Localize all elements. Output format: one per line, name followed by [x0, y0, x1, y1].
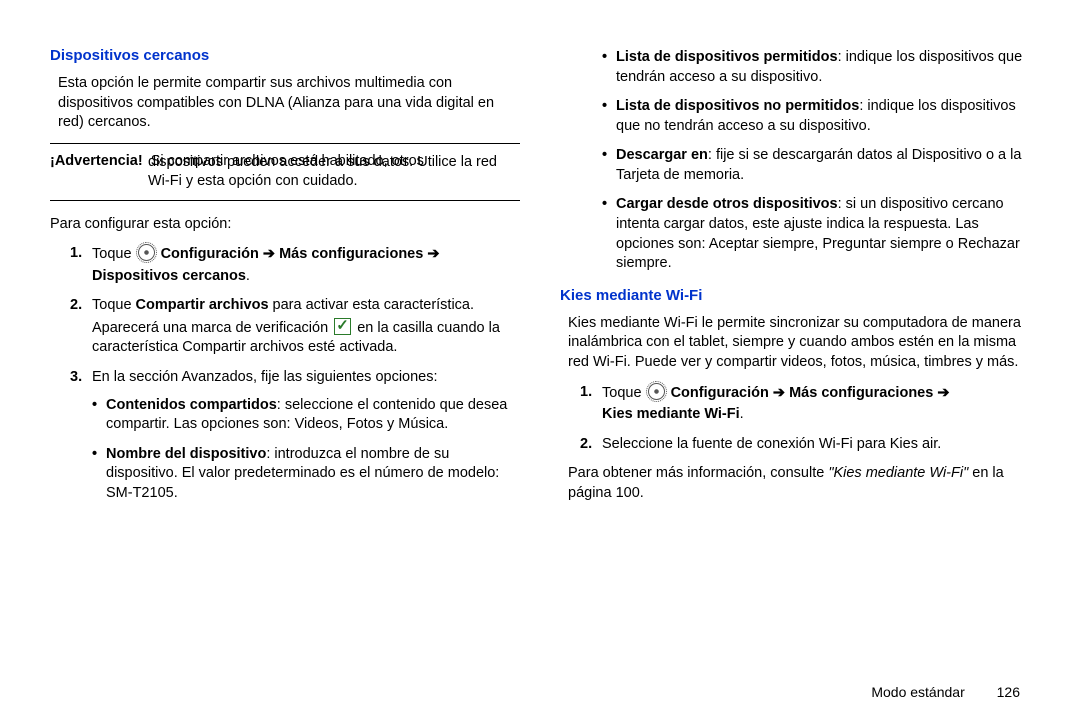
right-column: • Lista de dispositivos permitidos: indi… [560, 40, 1030, 680]
heading-kies: Kies mediante Wi-Fi [560, 286, 1030, 306]
c2-bold: Lista de dispositivos no permitidos [616, 98, 859, 114]
bullet-dot: • [92, 445, 106, 504]
step2-bold: Compartir archivos [136, 297, 269, 313]
step1-pre: Toque [92, 246, 136, 262]
intro-paragraph: Esta opción le permite compartir sus arc… [58, 74, 520, 133]
step2-a: Toque [92, 297, 136, 313]
warning-body: dispositivos pueden acceder a sus datos.… [148, 153, 520, 192]
checkmark-icon [334, 318, 351, 335]
c1-bold: Lista de dispositivos permitidos [616, 49, 838, 65]
page-footer: Modo estándar 126 [871, 684, 1020, 700]
more-a: Para obtener más información, consulte [568, 465, 828, 481]
bullet-dot: • [602, 97, 616, 136]
bullet-descargar: • Descargar en: fije si se descargarán d… [602, 146, 1030, 185]
s1-kies: Kies mediante Wi-Fi [602, 406, 740, 422]
bullet-contenidos: • Contenidos compartidos: seleccione el … [92, 396, 520, 435]
kies-intro: Kies mediante Wi-Fi le permite sincroniz… [568, 314, 1030, 373]
steps-list-right: 1. Toque Configuración ➔ Más configuraci… [580, 383, 1030, 455]
settings-icon [648, 383, 665, 400]
step-body: Toque Configuración ➔ Más configuracione… [602, 383, 1030, 425]
arrow-icon: ➔ [423, 246, 439, 262]
step-body: En la sección Avanzados, fije las siguie… [92, 368, 520, 513]
step-number: 2. [580, 435, 602, 455]
bullet-body: Lista de dispositivos permitidos: indiqu… [616, 48, 1030, 87]
kies-step-2: 2. Seleccione la fuente de conexión Wi-F… [580, 435, 1030, 455]
s1-config: Configuración [671, 385, 769, 401]
bullet-body: Contenidos compartidos: seleccione el co… [106, 396, 520, 435]
bullet-dot: • [602, 48, 616, 87]
more-info: Para obtener más información, consulte "… [568, 464, 1030, 503]
bullet-body: Descargar en: fije si se descargarán dat… [616, 146, 1030, 185]
heading-dispositivos: Dispositivos cercanos [50, 46, 520, 66]
configure-label: Para configurar esta opción: [50, 215, 520, 235]
steps-list-left: 1. Toque Configuración ➔ Más configuraci… [70, 244, 520, 513]
step1-more: Más configuraciones [279, 246, 423, 262]
more-italic: "Kies mediante Wi-Fi" [828, 465, 968, 481]
step-number: 1. [580, 383, 602, 425]
bullet-body: Nombre del dispositivo: introduzca el no… [106, 445, 520, 504]
step3-bullets: • Contenidos compartidos: seleccione el … [92, 396, 520, 504]
bullet-permitidos: • Lista de dispositivos permitidos: indi… [602, 48, 1030, 87]
arrow-icon: ➔ [933, 385, 949, 401]
step2-line2a: Aparecerá una marca de verificación [92, 320, 332, 336]
bullet-body: Cargar desde otros dispositivos: si un d… [616, 195, 1030, 273]
continued-bullets: • Lista de dispositivos permitidos: indi… [602, 48, 1030, 274]
step-number: 3. [70, 368, 92, 513]
s1-pre: Toque [602, 385, 646, 401]
warning-label: ¡Advertencia! [50, 153, 143, 169]
step1-config: Configuración [161, 246, 259, 262]
step-body: Seleccione la fuente de conexión Wi-Fi p… [602, 435, 1030, 455]
settings-icon [138, 244, 155, 261]
footer-section: Modo estándar [871, 684, 964, 700]
step3-text: En la sección Avanzados, fije las siguie… [92, 369, 438, 385]
b1-bold: Contenidos compartidos [106, 397, 277, 413]
left-column: Dispositivos cercanos Esta opción le per… [50, 40, 520, 680]
arrow-icon: ➔ [259, 246, 279, 262]
c4-bold: Cargar desde otros dispositivos [616, 196, 838, 212]
c3-bold: Descargar en [616, 147, 708, 163]
bullet-cargar: • Cargar desde otros dispositivos: si un… [602, 195, 1030, 273]
step-3: 3. En la sección Avanzados, fije las sig… [70, 368, 520, 513]
step-body: Toque Compartir archivos para activar es… [92, 296, 520, 358]
bullet-nombre: • Nombre del dispositivo: introduzca el … [92, 445, 520, 504]
step-number: 2. [70, 296, 92, 358]
s1-more: Más configuraciones [789, 385, 933, 401]
warning-box: ¡Advertencia! Si compartir archivos está… [50, 143, 520, 201]
bullet-body: Lista de dispositivos no permitidos: ind… [616, 97, 1030, 136]
step-1: 1. Toque Configuración ➔ Más configuraci… [70, 244, 520, 286]
step-number: 1. [70, 244, 92, 286]
bullet-no-permitidos: • Lista de dispositivos no permitidos: i… [602, 97, 1030, 136]
step2-b: para activar esta característica. [269, 297, 475, 313]
step-body: Toque Configuración ➔ Más configuracione… [92, 244, 520, 286]
bullet-dot: • [92, 396, 106, 435]
arrow-icon: ➔ [769, 385, 789, 401]
bullet-dot: • [602, 195, 616, 273]
step-2: 2. Toque Compartir archivos para activar… [70, 296, 520, 358]
bullet-dot: • [602, 146, 616, 185]
kies-step-1: 1. Toque Configuración ➔ Más configuraci… [580, 383, 1030, 425]
page-number: 126 [997, 684, 1020, 700]
b2-bold: Nombre del dispositivo [106, 446, 266, 462]
step1-devices: Dispositivos cercanos [92, 268, 246, 284]
